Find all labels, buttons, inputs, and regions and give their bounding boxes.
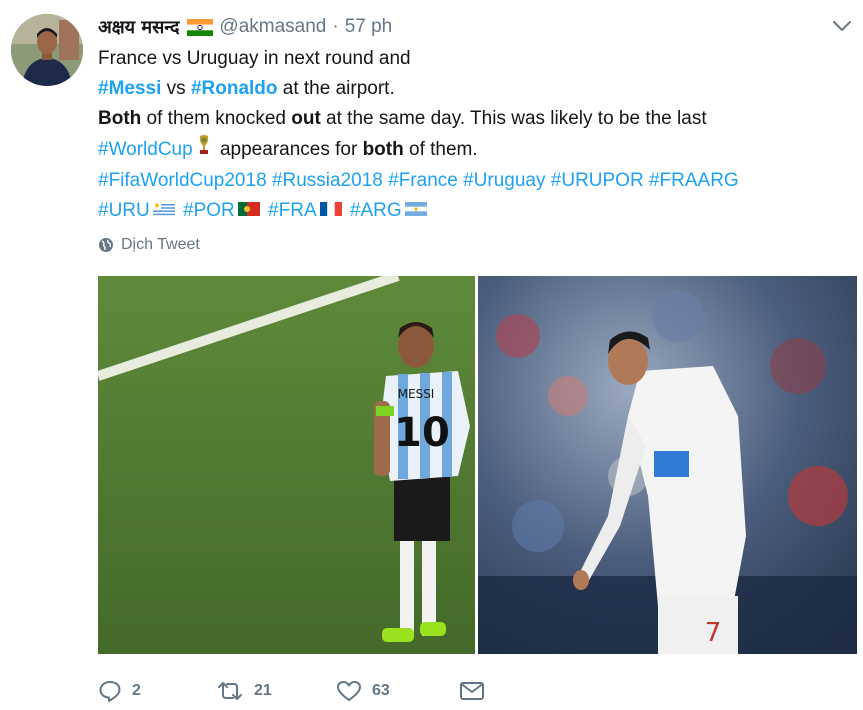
translate-label: Dịch Tweet (121, 236, 200, 253)
ronaldo-photo-image: 7 (478, 276, 857, 654)
tweet-time[interactable]: 57 ph (345, 16, 393, 38)
tweet-line-4: #WorldCup appearances for both of them. (98, 134, 838, 166)
text-airport: at the airport. (277, 78, 395, 99)
reply-button[interactable]: 2 (98, 679, 216, 703)
hashtag-por[interactable]: #POR (183, 200, 235, 221)
hashtag-worldcup[interactable]: #WorldCup (98, 139, 193, 160)
france-flag-icon (319, 196, 342, 226)
text-of-them: of them. (403, 139, 478, 161)
hashtag-uruguay[interactable]: #Uruguay (463, 170, 545, 191)
retweet-count: 21 (254, 682, 272, 699)
hashtag-russia2018[interactable]: #Russia2018 (272, 170, 383, 191)
tweet-line-6: #URU #POR #FRA #ARG (98, 196, 838, 226)
text-last: at the same day. This was likely to be t… (320, 108, 707, 129)
text-both: Both (98, 108, 142, 129)
jersey-number-text: 10 (394, 410, 450, 456)
tweet-line-2: #Messi vs #Ronaldo at the airport. (98, 74, 838, 104)
tweet-actions: 2 21 63 (98, 676, 495, 706)
messi-photo[interactable]: MESSI 10 (98, 276, 475, 654)
hashtag-messi[interactable]: #Messi (98, 78, 161, 99)
tweet-line-5: #FifaWorldCup2018 #Russia2018 #France #U… (98, 166, 838, 196)
hashtag-uru[interactable]: #URU (98, 200, 150, 221)
messi-photo-image: MESSI 10 (98, 276, 475, 654)
author-handle[interactable]: @akmasand (219, 16, 326, 38)
uruguay-flag-icon (152, 196, 175, 226)
tweet-header: अक्षय मसन्द @akmasand · 57 ph (98, 12, 392, 42)
argentina-flag-icon (404, 196, 427, 226)
direct-message-button[interactable] (459, 679, 495, 703)
text-knocked: of them knocked (141, 108, 292, 129)
like-count: 63 (372, 682, 390, 699)
hashtag-fifaworldcup2018[interactable]: #FifaWorldCup2018 (98, 170, 267, 191)
hashtag-fraarg[interactable]: #FRAARG (649, 170, 739, 191)
text-vs: vs (161, 78, 191, 99)
hashtag-fra[interactable]: #FRA (268, 200, 317, 221)
retweet-icon (218, 682, 242, 700)
world-cup-trophy-icon (196, 134, 212, 166)
reply-icon (99, 681, 121, 702)
hashtag-ronaldo[interactable]: #Ronaldo (191, 78, 278, 99)
separator-dot: · (332, 16, 339, 37)
like-icon (337, 681, 361, 701)
text-appearances: appearances for (214, 139, 363, 161)
author-name[interactable]: अक्षय मसन्द (98, 15, 179, 39)
portugal-flag-icon (237, 196, 260, 226)
translate-tweet-link[interactable]: Dịch Tweet (98, 236, 200, 254)
chevron-down-icon[interactable] (831, 18, 853, 34)
tweet-text: France vs Uruguay in next round and #Mes… (98, 44, 838, 226)
reply-count: 2 (132, 682, 141, 699)
retweet-button[interactable]: 21 (216, 679, 336, 703)
jersey-name-text: MESSI (398, 387, 435, 401)
tweet-line-1: France vs Uruguay in next round and (98, 48, 411, 69)
globe-icon (99, 238, 113, 252)
ronaldo-photo[interactable]: 7 (478, 276, 857, 654)
hashtag-urupor[interactable]: #URUPOR (551, 170, 644, 191)
avatar[interactable] (11, 14, 83, 86)
hashtag-arg[interactable]: #ARG (350, 200, 402, 221)
like-button[interactable]: 63 (336, 679, 459, 703)
tweet-media: MESSI 10 7 (98, 276, 857, 654)
india-flag-icon (187, 18, 214, 36)
tweet-line-3: Both of them knocked out at the same day… (98, 104, 838, 134)
message-icon (460, 682, 484, 700)
jersey-number-text-ronaldo: 7 (705, 618, 722, 648)
avatar-image (11, 14, 83, 86)
text-both-2: both (362, 139, 404, 161)
hashtag-france[interactable]: #France (388, 170, 458, 191)
text-out: out (291, 108, 321, 129)
